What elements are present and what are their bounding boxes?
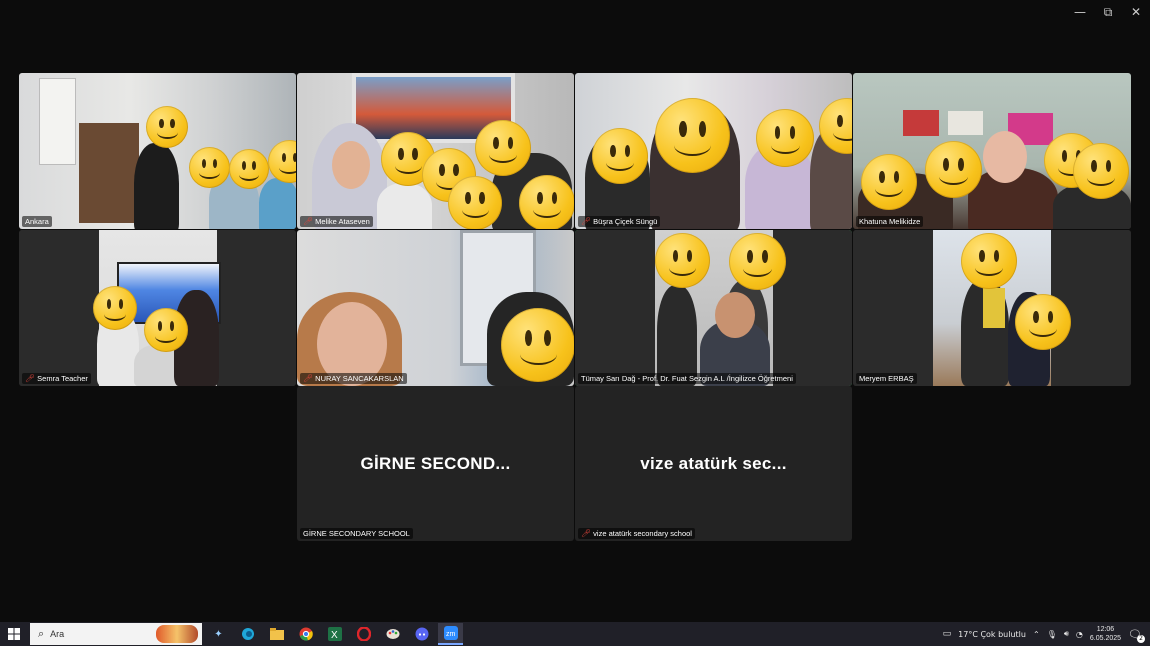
smiley-icon [519, 175, 574, 229]
notification-count: 2 [1137, 634, 1145, 643]
mic-muted-icon: 🎤︎ [303, 217, 314, 226]
video-tile-nuray[interactable]: 🎤︎ NURAY SANCAKARSLAN [297, 230, 574, 386]
microphone-icon[interactable]: 🎙︎ [1047, 630, 1057, 639]
video-tile-tumay[interactable]: Tümay Sarı Dağ - Prof. Dr. Fuat Sezgin A… [575, 230, 852, 386]
chevron-up-icon[interactable]: ⌃ [1033, 630, 1040, 639]
video-tile-khatuna[interactable]: Khatuna Melikidze [853, 73, 1131, 229]
video-tile-girne[interactable]: GİRNE SECOND... GİRNE SECONDARY SCHOOL [297, 386, 574, 541]
clock-date: 6.05.2025 [1089, 635, 1122, 642]
smiley-icon [592, 128, 648, 184]
zoom-icon[interactable]: zm [438, 623, 463, 645]
smiley-icon [501, 308, 574, 382]
copilot-icon[interactable]: ✦ [206, 623, 231, 645]
smiley-icon [189, 147, 230, 188]
smiley-icon [961, 233, 1017, 289]
search-highlight-icon [156, 625, 198, 643]
video-tile-vize[interactable]: vize atatürk sec... 🎤︎ vize atatürk secon… [575, 386, 852, 541]
close-button[interactable]: ✕ [1122, 0, 1150, 24]
smiley-icon [655, 98, 730, 173]
notifications-icon[interactable]: 🗨︎ 2 [1128, 628, 1145, 643]
weather-icon[interactable]: ▭ [943, 629, 952, 639]
smiley-icon [93, 286, 137, 330]
mic-muted-icon: 🎤︎ [581, 217, 592, 226]
smiley-icon [861, 154, 917, 210]
smiley-icon [475, 120, 531, 176]
smiley-icon [229, 149, 269, 189]
weather-text[interactable]: 17°C Çok bulutlu [958, 630, 1026, 639]
video-tile-ankara[interactable]: Ankara [19, 73, 296, 229]
smiley-icon [146, 106, 188, 148]
chrome-icon[interactable] [293, 623, 318, 645]
smiley-icon [1073, 143, 1129, 199]
participant-name: 🎤︎ Büşra Çiçek Süngü [578, 216, 661, 227]
smiley-icon [756, 109, 814, 167]
participant-display-name: GİRNE SECOND... [360, 453, 511, 473]
mic-muted-icon: 🎤︎ [25, 374, 36, 383]
window-controls: — ⧉ ✕ [1066, 0, 1150, 24]
restore-button[interactable]: ⧉ [1094, 0, 1122, 24]
edge-icon[interactable] [235, 623, 260, 645]
paint-icon[interactable] [380, 623, 405, 645]
search-icon: ⌕ [38, 627, 45, 640]
minimize-button[interactable]: — [1066, 0, 1094, 24]
excel-icon[interactable]: X [322, 623, 347, 645]
video-tile-melike[interactable]: 🎤︎ Melike Ataseven [297, 73, 574, 229]
video-tile-meryem[interactable]: Meryem ERBAŞ [853, 230, 1131, 386]
video-tile-busra[interactable]: 🎤︎ Büşra Çiçek Süngü [575, 73, 852, 229]
mic-muted-icon: 🎤︎ [581, 529, 592, 538]
clock-time: 12:06 [1096, 626, 1115, 633]
system-tray: ▭ 17°C Çok bulutlu ⌃ 🎙︎ 🔊︎ ◔ 12:06 6.05.… [943, 625, 1150, 643]
svg-text:zm: zm [446, 631, 456, 638]
file-explorer-icon[interactable] [264, 623, 289, 645]
participant-display-name: vize atatürk sec... [640, 453, 787, 473]
participant-name: Ankara [22, 216, 52, 227]
volume-icon[interactable]: 🔊︎ [1064, 629, 1069, 639]
taskbar-search[interactable]: ⌕ Ara [30, 623, 202, 645]
participant-name: Tümay Sarı Dağ - Prof. Dr. Fuat Sezgin A… [578, 373, 796, 384]
smiley-icon [1015, 294, 1071, 350]
smiley-icon [655, 233, 710, 288]
participant-name: GİRNE SECONDARY SCHOOL [300, 528, 413, 539]
video-tile-semra[interactable]: 🎤︎ Semra Teacher [19, 230, 296, 386]
participant-name: 🎤︎ Melike Ataseven [300, 216, 373, 227]
mic-muted-icon: 🎤︎ [303, 374, 314, 383]
smiley-icon [729, 233, 786, 290]
discord-icon[interactable] [409, 623, 434, 645]
clock[interactable]: 12:06 6.05.2025 [1090, 625, 1121, 643]
svg-text:X: X [331, 630, 338, 641]
taskbar: ⌕ Ara ✦ X zm ▭ 17°C Çok bulutlu ⌃ 🎙︎ 🔊︎ … [0, 622, 1150, 646]
search-placeholder: Ara [50, 629, 65, 639]
participant-name: 🎤︎ vize atatürk secondary school [578, 528, 695, 539]
network-icon[interactable]: ◔ [1076, 630, 1083, 639]
smiley-icon [925, 141, 982, 198]
participant-name: Khatuna Melikidze [856, 216, 924, 227]
windows-icon [8, 628, 20, 640]
smiley-icon [144, 308, 188, 352]
participant-name: Meryem ERBAŞ [856, 373, 917, 384]
opera-icon[interactable] [351, 623, 376, 645]
participant-name: 🎤︎ NURAY SANCAKARSLAN [300, 373, 407, 384]
smiley-icon [448, 176, 502, 229]
participant-name: 🎤︎ Semra Teacher [22, 373, 91, 384]
windows-start-button[interactable] [0, 622, 28, 646]
